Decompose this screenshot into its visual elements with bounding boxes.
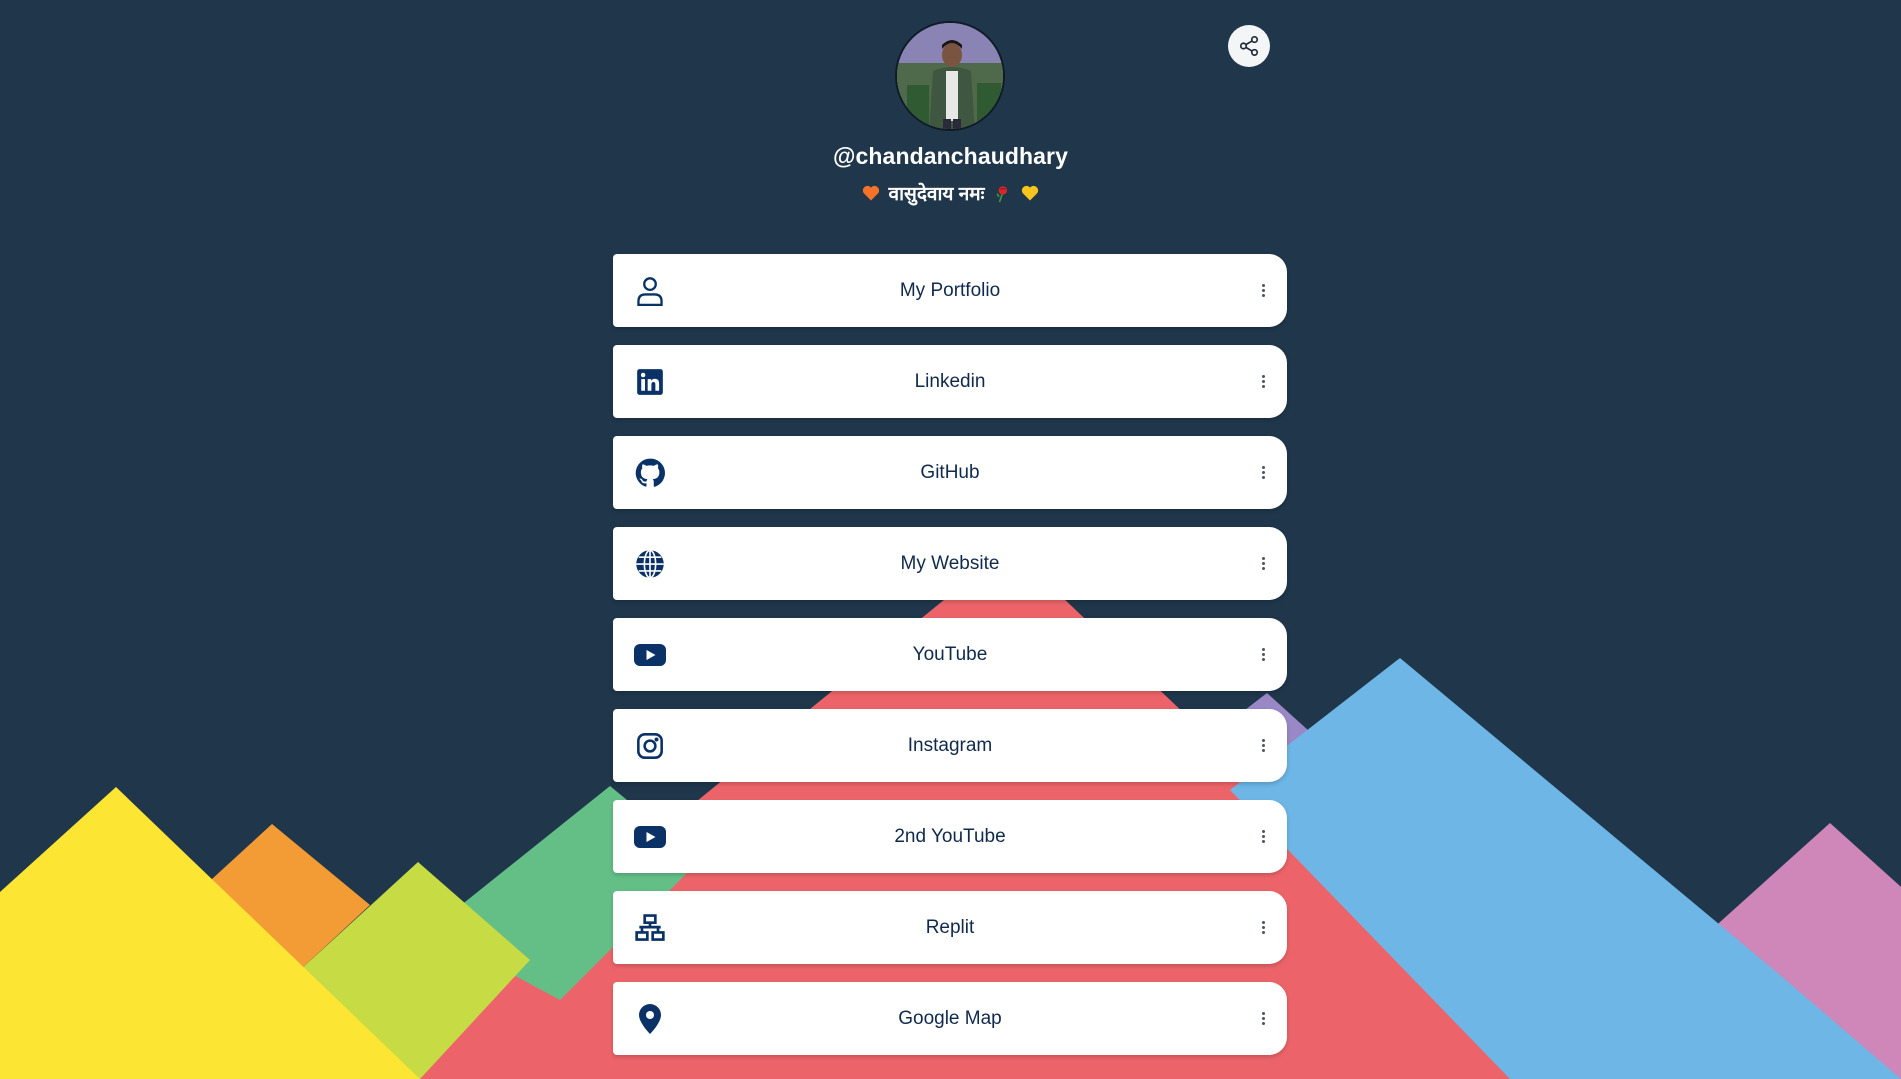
profile-bio: वासुदेवाय नमः	[0, 180, 1901, 206]
more-options-icon[interactable]	[1255, 825, 1271, 849]
link-label: My Website	[900, 552, 1000, 574]
page: @chandanchaudhary वासुदेवाय नमः My Portf…	[0, 0, 1901, 1079]
link-my-portfolio[interactable]: My Portfolio	[613, 254, 1287, 327]
linkedin-icon	[634, 366, 666, 398]
share-button[interactable]	[1228, 25, 1270, 67]
link-google-map[interactable]: Google Map	[613, 982, 1287, 1055]
bio-text: वासुदेवाय नमः	[888, 184, 985, 205]
orange-heart-icon	[862, 185, 879, 201]
link-label: 2nd YouTube	[894, 825, 1006, 847]
profile-avatar	[895, 21, 1005, 131]
more-options-icon[interactable]	[1255, 461, 1271, 485]
link-youtube[interactable]: YouTube	[613, 618, 1287, 691]
link-label: Instagram	[907, 734, 993, 756]
link-label: My Portfolio	[899, 279, 1001, 301]
more-options-icon[interactable]	[1255, 552, 1271, 576]
link-label: YouTube	[912, 643, 988, 665]
yellow-heart-icon	[1022, 185, 1039, 201]
more-options-icon[interactable]	[1255, 279, 1271, 303]
link-replit[interactable]: Replit	[613, 891, 1287, 964]
instagram-icon	[634, 730, 666, 762]
rose-icon	[997, 186, 1008, 203]
map-pin-icon	[634, 1003, 666, 1035]
youtube-icon	[634, 821, 666, 853]
more-options-icon[interactable]	[1255, 1007, 1271, 1031]
link-list: My Portfolio Linkedin GitHub My Website …	[613, 254, 1287, 1073]
user-icon	[634, 275, 666, 307]
github-icon	[634, 457, 666, 489]
link-linkedin[interactable]: Linkedin	[613, 345, 1287, 418]
link-github[interactable]: GitHub	[613, 436, 1287, 509]
link-my-website[interactable]: My Website	[613, 527, 1287, 600]
globe-icon	[634, 548, 666, 580]
link-label: Linkedin	[914, 370, 986, 392]
share-icon	[1239, 36, 1259, 56]
youtube-icon	[634, 639, 666, 671]
link-2nd-youtube[interactable]: 2nd YouTube	[613, 800, 1287, 873]
link-instagram[interactable]: Instagram	[613, 709, 1287, 782]
link-label: Replit	[925, 916, 975, 938]
more-options-icon[interactable]	[1255, 734, 1271, 758]
link-label: GitHub	[920, 461, 980, 483]
network-icon	[634, 912, 666, 944]
profile-username: @chandanchaudhary	[832, 143, 1068, 169]
more-options-icon[interactable]	[1255, 916, 1271, 940]
more-options-icon[interactable]	[1255, 643, 1271, 667]
link-label: Google Map	[898, 1007, 1002, 1029]
more-options-icon[interactable]	[1255, 370, 1271, 394]
